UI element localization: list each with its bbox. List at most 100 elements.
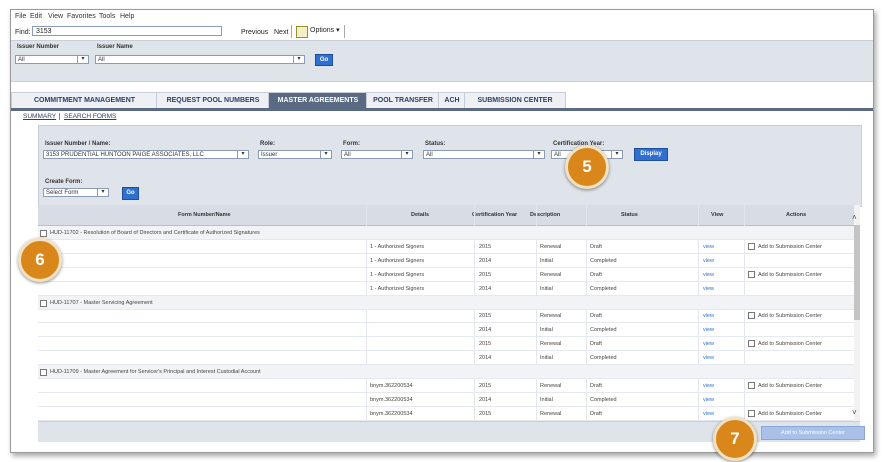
table-scrollbar[interactable]: ˄ ˅ bbox=[852, 205, 860, 421]
search-panel: Issuer Number / Name: 3153 PRUDENTIAL HU… bbox=[38, 125, 862, 207]
find-input[interactable]: 3153 bbox=[32, 26, 222, 36]
row-certification-year: 2014 bbox=[479, 396, 492, 403]
row-description: Initial bbox=[540, 355, 553, 362]
create-form-value: Select Form bbox=[46, 190, 79, 196]
row-certification-year: 2014 bbox=[479, 327, 492, 334]
issuer-select[interactable]: 3153 PRUDENTIAL HUNTOON PAIGE ASSOCIATES… bbox=[43, 150, 249, 159]
issuer-name-label: Issuer Name bbox=[97, 44, 133, 50]
find-next-button[interactable]: Next bbox=[274, 29, 288, 36]
menu-tools[interactable]: Tools bbox=[99, 13, 115, 20]
status-select[interactable]: All ▾ bbox=[423, 150, 545, 159]
row-status: Completed bbox=[590, 285, 617, 292]
col-details: Details bbox=[411, 212, 430, 218]
col-certification-year: Certification Year bbox=[472, 212, 518, 218]
row-certification-year: 2015 bbox=[479, 313, 492, 320]
find-label: Find: bbox=[15, 29, 31, 36]
tab-request-pool-numbers[interactable]: REQUEST POOL NUMBERS bbox=[156, 92, 270, 108]
find-options-label: Options ▾ bbox=[310, 27, 340, 35]
form-group-name: HUD-11702 - Resolution of Board of Direc… bbox=[50, 230, 260, 236]
table-row: 1 - Authorized Signers 2014 Initial Complet… bbox=[38, 254, 854, 268]
row-view-link[interactable]: view bbox=[703, 272, 714, 278]
tab-commitment-management[interactable]: COMMITMENT MANAGEMENT bbox=[11, 92, 158, 108]
tab-submission-center[interactable]: SUBMISSION CENTER bbox=[464, 92, 566, 108]
row-view-link[interactable]: view bbox=[703, 286, 714, 292]
issuer-number-select[interactable]: All ▾ bbox=[15, 55, 89, 64]
tab-master-agreements[interactable]: MASTER AGREEMENTS bbox=[268, 92, 368, 108]
row-view-link[interactable]: view bbox=[703, 383, 714, 389]
table-row: 1 - Authorized Signers 2014 Initial Complet… bbox=[38, 282, 854, 296]
row-description: Renewal bbox=[540, 410, 562, 417]
tab-ach[interactable]: ACH bbox=[438, 92, 466, 108]
row-certification-year: 2015 bbox=[479, 341, 492, 348]
scrollbar-thumb[interactable] bbox=[854, 225, 860, 320]
row-description: Initial bbox=[540, 257, 553, 264]
issuer-name-select[interactable]: All ▾ bbox=[95, 55, 305, 64]
chevron-up-icon[interactable]: ˄ bbox=[852, 213, 857, 222]
row-certification-year: 2014 bbox=[479, 355, 492, 362]
row-view-link[interactable]: view bbox=[703, 355, 714, 361]
create-form-select[interactable]: Select Form ▾ bbox=[43, 188, 109, 197]
certification-year-value: All bbox=[554, 152, 561, 158]
row-view-link[interactable]: view bbox=[703, 244, 714, 250]
table-group-row: HUD-11709 - Master Agreement for Service… bbox=[38, 365, 854, 379]
row-view-link[interactable]: view bbox=[703, 313, 714, 319]
row-status: Draft bbox=[590, 410, 602, 417]
menu-favorites[interactable]: Favorites bbox=[67, 13, 96, 20]
expand-toggle-icon[interactable] bbox=[40, 299, 47, 307]
row-certification-year: 2014 bbox=[479, 285, 492, 292]
col-view: View bbox=[711, 212, 724, 218]
menu-view[interactable]: View bbox=[48, 13, 63, 20]
add-to-submission-checkbox[interactable] bbox=[748, 340, 755, 348]
col-form-number-name: Form Number/Name bbox=[178, 212, 231, 218]
row-description: Renewal bbox=[540, 243, 562, 250]
menu-file[interactable]: File bbox=[15, 13, 26, 20]
issuer-number-name-label: Issuer Number / Name: bbox=[45, 141, 111, 147]
row-view-link[interactable]: view bbox=[703, 411, 714, 417]
row-status: Draft bbox=[590, 271, 602, 278]
issuer-go-button[interactable]: Go bbox=[315, 54, 333, 66]
row-description: Renewal bbox=[540, 382, 562, 389]
add-to-submission-center-button[interactable]: Add to Submission Center bbox=[761, 426, 865, 440]
forms-table: Form Number/Name Details Certification Y… bbox=[38, 205, 860, 421]
subtab-search-forms[interactable]: SEARCH FORMS bbox=[59, 113, 116, 120]
row-status: Completed bbox=[590, 327, 617, 334]
subtab-summary[interactable]: SUMMARY bbox=[23, 113, 56, 120]
row-view-link[interactable]: view bbox=[703, 327, 714, 333]
find-options-button[interactable]: Options ▾ bbox=[291, 25, 345, 38]
row-details: 1 - Authorized Signers bbox=[370, 257, 425, 264]
issuer-select-value: 3153 PRUDENTIAL HUNTOON PAIGE ASSOCIATES… bbox=[46, 152, 204, 158]
add-to-submission-checkbox[interactable] bbox=[748, 270, 755, 278]
row-status: Completed bbox=[590, 396, 617, 403]
create-form-go-button[interactable]: Go bbox=[122, 187, 139, 200]
row-action-label: Add to Submission Center bbox=[758, 243, 822, 250]
menu-help[interactable]: Help bbox=[120, 13, 134, 20]
add-to-submission-checkbox[interactable] bbox=[748, 312, 755, 320]
form-select[interactable]: All ▾ bbox=[341, 150, 413, 159]
menu-edit[interactable]: Edit bbox=[30, 13, 42, 20]
table-row: 2015 Renewal Draft view Add to Submission Ce… bbox=[38, 309, 854, 324]
row-status: Draft bbox=[590, 243, 602, 250]
tab-pool-transfer[interactable]: POOL TRANSFER bbox=[366, 92, 440, 108]
col-status: Status bbox=[621, 212, 638, 218]
callout-badge-6: 6 bbox=[18, 238, 62, 282]
table-row: 2015 Renewal Draft view Add to Submission Ce… bbox=[38, 337, 854, 352]
col-actions: Actions bbox=[786, 212, 807, 218]
row-details: bnym.362200534 bbox=[370, 396, 413, 403]
chevron-down-icon: ▾ bbox=[77, 56, 88, 63]
row-view-link[interactable]: view bbox=[703, 397, 714, 403]
row-view-link[interactable]: view bbox=[703, 341, 714, 347]
row-description: Renewal bbox=[540, 271, 562, 278]
role-select[interactable]: Issuer ▾ bbox=[258, 150, 332, 159]
table-row: 1 - Authorized Signers 2015 Renewal Draft vi… bbox=[38, 268, 854, 282]
add-to-submission-checkbox[interactable] bbox=[748, 409, 755, 417]
expand-toggle-icon[interactable] bbox=[40, 230, 47, 237]
col-description: Description bbox=[530, 212, 561, 218]
find-previous-button[interactable]: Previous bbox=[241, 29, 268, 36]
row-view-link[interactable]: view bbox=[703, 258, 714, 264]
chevron-down-icon[interactable]: ˅ bbox=[852, 408, 857, 417]
display-button[interactable]: Display bbox=[634, 148, 668, 161]
expand-toggle-icon[interactable] bbox=[40, 369, 47, 376]
add-to-submission-checkbox[interactable] bbox=[748, 381, 755, 389]
add-to-submission-checkbox[interactable] bbox=[748, 242, 755, 250]
chevron-down-icon: ▾ bbox=[611, 151, 622, 158]
